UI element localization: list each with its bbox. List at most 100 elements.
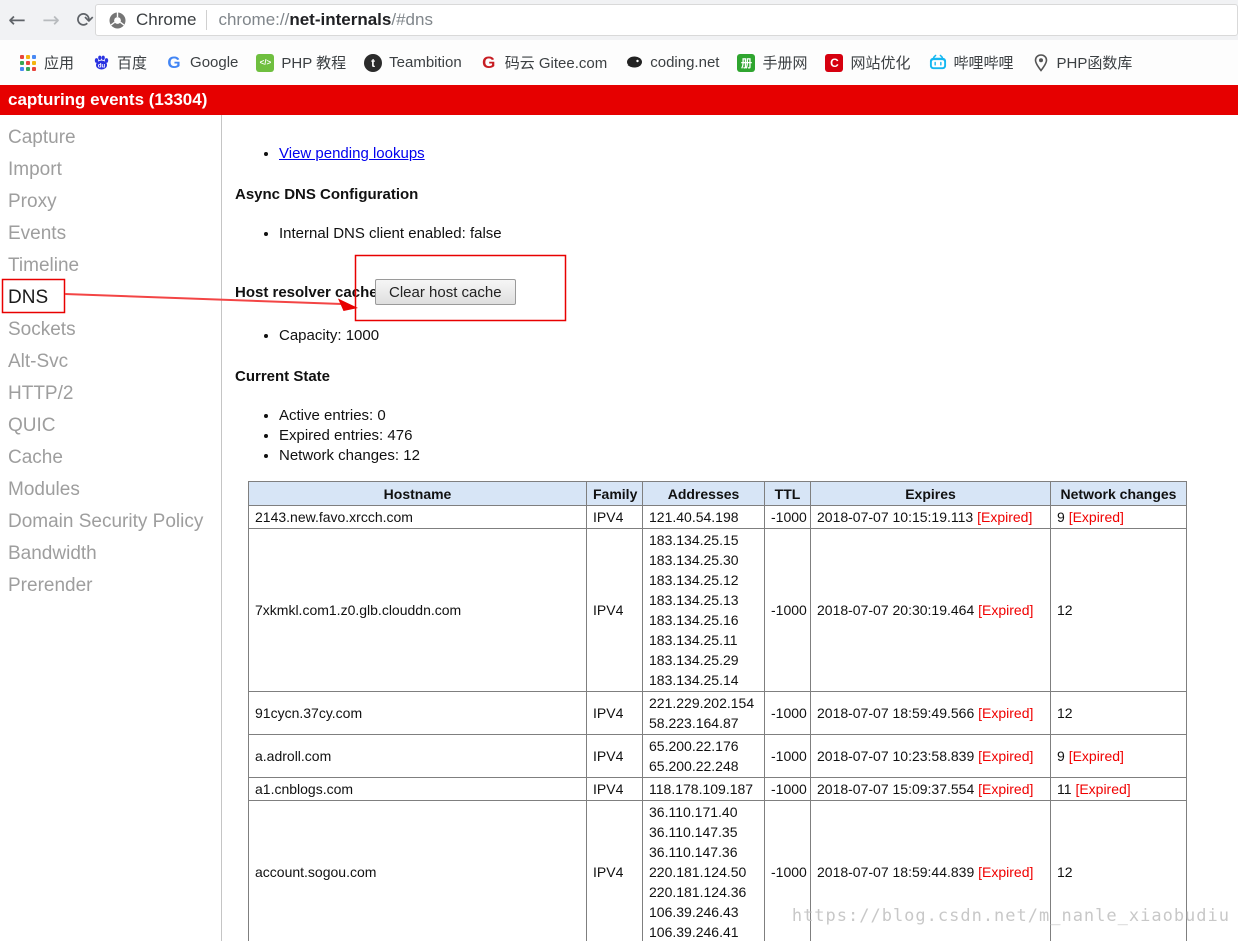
bookmark-item[interactable]: t Teambition bbox=[355, 50, 471, 76]
addresses-cell: 118.178.109.187 bbox=[643, 778, 765, 801]
sidebar-item-proxy[interactable]: Proxy bbox=[0, 186, 221, 218]
bookmark-item[interactable]: </>PHP 教程 bbox=[247, 48, 355, 77]
addresses-cell: 183.134.25.15183.134.25.30183.134.25.121… bbox=[643, 529, 765, 692]
table-row: a1.cnblogs.comIPV4118.178.109.187-100020… bbox=[249, 778, 1187, 801]
bookmark-label: Google bbox=[190, 54, 238, 71]
coding-icon bbox=[625, 54, 643, 72]
sidebar-item-modules[interactable]: Modules bbox=[0, 474, 221, 506]
address-line: 183.134.25.16 bbox=[649, 610, 758, 630]
apps-grid-icon bbox=[19, 54, 37, 72]
bookmark-item[interactable]: 哔哩哔哩 bbox=[920, 48, 1023, 77]
pending-lookups-list: View pending lookups bbox=[222, 144, 425, 164]
address-line: 183.134.25.29 bbox=[649, 650, 758, 670]
clear-host-cache-button[interactable]: Clear host cache bbox=[375, 279, 516, 305]
sidebar-item-alt-svc[interactable]: Alt-Svc bbox=[0, 346, 221, 378]
pending-lookups-item: View pending lookups bbox=[279, 144, 425, 164]
family-cell: IPV4 bbox=[587, 529, 643, 692]
expires-cell: 2018-07-07 20:30:19.464 [Expired] bbox=[811, 529, 1051, 692]
expired-badge: [Expired] bbox=[1069, 509, 1124, 525]
sidebar-item-quic[interactable]: QUIC bbox=[0, 410, 221, 442]
addresses-cell: 121.40.54.198 bbox=[643, 506, 765, 529]
bookmark-item[interactable]: 应用 bbox=[10, 48, 83, 77]
current-state-heading: Current State bbox=[235, 368, 330, 385]
family-cell: IPV4 bbox=[587, 692, 643, 735]
bookmark-item[interactable]: coding.net bbox=[616, 50, 728, 76]
sidebar-item-http-2[interactable]: HTTP/2 bbox=[0, 378, 221, 410]
address-line: 183.134.25.14 bbox=[649, 670, 758, 690]
sidebar-item-import[interactable]: Import bbox=[0, 154, 221, 186]
url-text: chrome://net-internals/#dns bbox=[218, 10, 432, 30]
address-line: 183.134.25.11 bbox=[649, 630, 758, 650]
hostname-cell: 2143.new.favo.xrcch.com bbox=[249, 506, 587, 529]
ttl-cell: -1000 bbox=[765, 506, 811, 529]
address-line: 65.200.22.176 bbox=[649, 736, 758, 756]
table-row: 91cycn.37cy.comIPV4221.229.202.15458.223… bbox=[249, 692, 1187, 735]
bookmark-item[interactable]: G码云 Gitee.com bbox=[471, 48, 617, 77]
bookmark-label: 哔哩哔哩 bbox=[954, 52, 1014, 73]
site-label: Chrome bbox=[136, 10, 196, 30]
net-internals-page: ← → ⟳ Chrome chrome://net-internals/#dns… bbox=[0, 0, 1238, 941]
address-line: 118.178.109.187 bbox=[649, 779, 758, 799]
expired-badge: [Expired] bbox=[978, 705, 1033, 721]
bookmark-label: 网站优化 bbox=[850, 52, 910, 73]
sidebar-item-bandwidth[interactable]: Bandwidth bbox=[0, 538, 221, 570]
sidebar-item-prerender[interactable]: Prerender bbox=[0, 570, 221, 602]
bookmarks-bar: 应用 du百度GGoogle</>PHP 教程 t Teambition G码云 Git… bbox=[0, 40, 1238, 85]
sidebar-item-capture[interactable]: Capture bbox=[0, 122, 221, 154]
ttl-cell: -1000 bbox=[765, 778, 811, 801]
bookmark-label: Teambition bbox=[389, 54, 462, 71]
bookmark-item[interactable]: 册手册网 bbox=[728, 48, 816, 77]
sidebar-item-events[interactable]: Events bbox=[0, 218, 221, 250]
bookmark-label: 应用 bbox=[44, 52, 74, 73]
network-changes-cell: 9 [Expired] bbox=[1051, 506, 1187, 529]
column-header: Family bbox=[587, 482, 643, 506]
column-header: Network changes bbox=[1051, 482, 1187, 506]
family-cell: IPV4 bbox=[587, 506, 643, 529]
bookmark-item[interactable]: du百度 bbox=[83, 48, 156, 77]
column-header: Hostname bbox=[249, 482, 587, 506]
url-bar[interactable]: Chrome chrome://net-internals/#dns bbox=[95, 4, 1238, 36]
family-cell: IPV4 bbox=[587, 735, 643, 778]
shouce-icon: 册 bbox=[737, 54, 755, 72]
addresses-cell: 65.200.22.17665.200.22.248 bbox=[643, 735, 765, 778]
bookmark-label: PHP 教程 bbox=[281, 52, 346, 73]
internal-dns-item: Internal DNS client enabled: false bbox=[279, 224, 502, 244]
expired-badge: [Expired] bbox=[1069, 748, 1124, 764]
address-line: 183.134.25.12 bbox=[649, 570, 758, 590]
address-line: 36.110.147.36 bbox=[649, 842, 758, 862]
address-line: 106.39.246.41 bbox=[649, 922, 758, 941]
sidebar-item-cache[interactable]: Cache bbox=[0, 442, 221, 474]
network-changes-cell: 12 bbox=[1051, 529, 1187, 692]
sidebar-nav: CaptureImportProxyEventsTimelineDNSSocke… bbox=[0, 115, 222, 941]
sidebar-item-dns[interactable]: DNS bbox=[0, 282, 221, 314]
address-line: 183.134.25.30 bbox=[649, 550, 758, 570]
teambition-icon: t bbox=[364, 54, 382, 72]
state-item: Active entries: 0 bbox=[279, 406, 420, 426]
forward-icon[interactable]: → bbox=[34, 8, 68, 32]
sidebar-item-timeline[interactable]: Timeline bbox=[0, 250, 221, 282]
bookmark-item[interactable]: PHP函数库 bbox=[1023, 48, 1142, 77]
bookmark-item[interactable]: GGoogle bbox=[156, 50, 247, 76]
host-resolver-cache-label: Host resolver cache bbox=[235, 284, 378, 301]
hostname-cell: account.sogou.com bbox=[249, 801, 587, 941]
family-cell: IPV4 bbox=[587, 801, 643, 941]
view-pending-lookups-link[interactable]: View pending lookups bbox=[279, 145, 425, 162]
address-line: 183.134.25.13 bbox=[649, 590, 758, 610]
bookmark-item[interactable]: C网站优化 bbox=[816, 48, 919, 77]
bookmark-label: 百度 bbox=[117, 52, 147, 73]
bookmark-label: 码云 Gitee.com bbox=[505, 52, 608, 73]
table-row: 2143.new.favo.xrcch.comIPV4121.40.54.198… bbox=[249, 506, 1187, 529]
address-line: 106.39.246.43 bbox=[649, 902, 758, 922]
network-changes-cell: 11 [Expired] bbox=[1051, 778, 1187, 801]
bookmark-label: PHP函数库 bbox=[1057, 52, 1133, 73]
sidebar-item-sockets[interactable]: Sockets bbox=[0, 314, 221, 346]
back-icon[interactable]: ← bbox=[0, 8, 34, 32]
column-header: Addresses bbox=[643, 482, 765, 506]
address-line: 58.223.164.87 bbox=[649, 713, 758, 733]
expires-cell: 2018-07-07 18:59:49.566 [Expired] bbox=[811, 692, 1051, 735]
expired-badge: [Expired] bbox=[978, 748, 1033, 764]
sidebar-item-domain-security-policy[interactable]: Domain Security Policy bbox=[0, 506, 221, 538]
network-changes-cell: 9 [Expired] bbox=[1051, 735, 1187, 778]
network-changes-cell: 12 bbox=[1051, 692, 1187, 735]
address-line: 220.181.124.50 bbox=[649, 862, 758, 882]
